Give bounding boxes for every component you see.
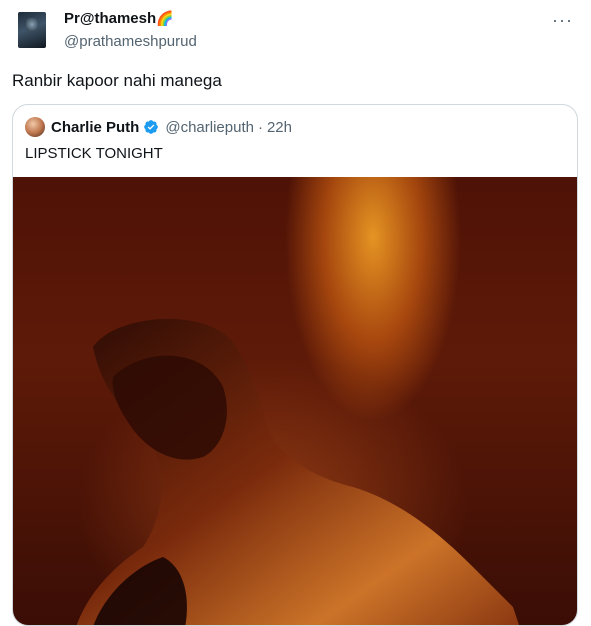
quoted-author-avatar[interactable] (25, 117, 45, 137)
person-silhouette-icon (76, 318, 519, 625)
quoted-author-handle[interactable]: @charlieputh (165, 119, 254, 136)
verified-badge-icon (144, 120, 159, 134)
quoted-separator: · (257, 118, 263, 136)
rainbow-emoji-icon: 🌈 (156, 10, 174, 26)
quoted-tweet-header: Charlie Puth @charlieputh · 22h (25, 117, 292, 137)
quoted-timestamp[interactable]: 22h (267, 119, 292, 136)
quoted-tweet-text: LIPSTICK TONIGHT (25, 145, 163, 162)
tweet-text: Ranbir kapoor nahi manega (12, 71, 222, 90)
quoted-tweet-card[interactable]: Charlie Puth @charlieputh · 22h LIPSTICK… (12, 104, 578, 626)
author-avatar[interactable] (18, 12, 46, 48)
quoted-tweet-image[interactable] (13, 177, 577, 625)
author-display-name[interactable]: Pr@thamesh🌈 (64, 10, 174, 27)
author-handle[interactable]: @prathameshpurud (64, 33, 197, 50)
author-name-text: Pr@thamesh (64, 10, 157, 27)
more-options-icon[interactable]: ··· (552, 10, 573, 31)
quoted-author-name[interactable]: Charlie Puth (51, 119, 139, 136)
